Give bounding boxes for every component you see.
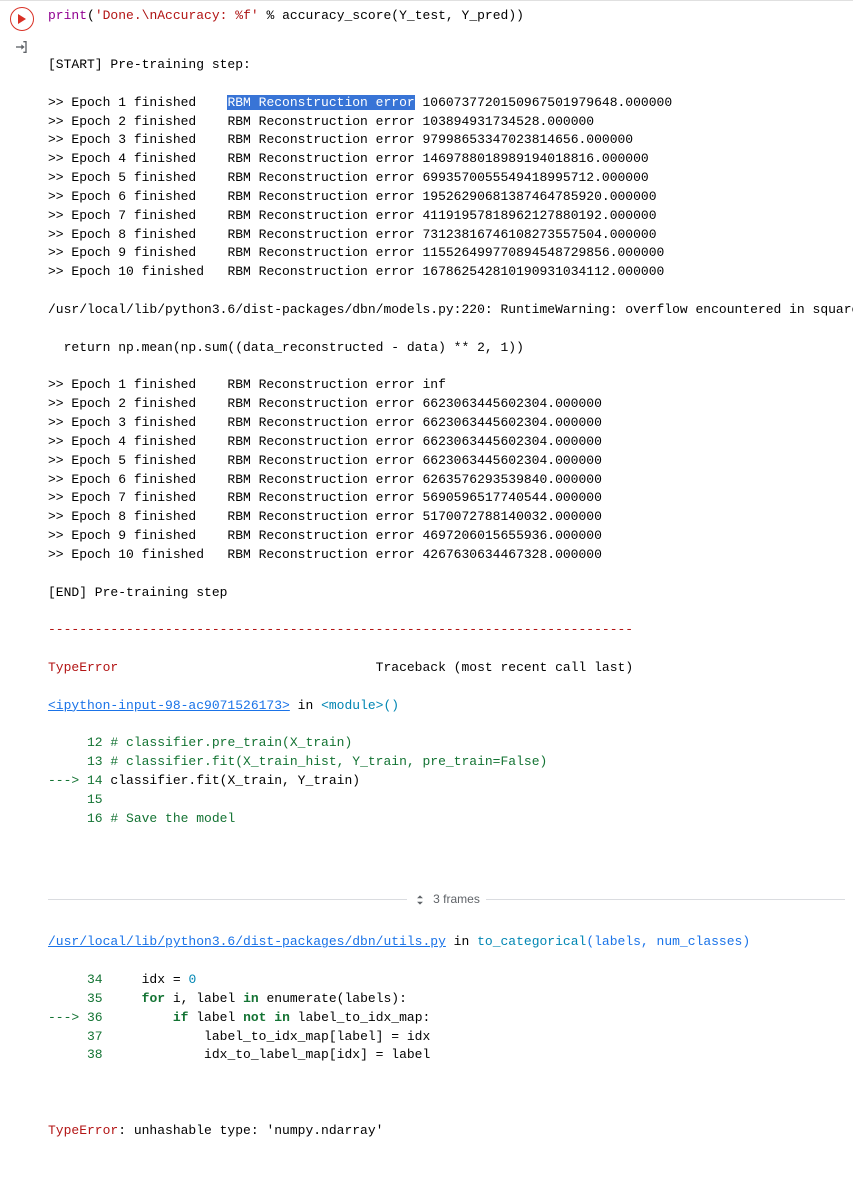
epoch-line: >> Epoch 4 finished RBM Reconstruction e… [48, 150, 845, 169]
traceback-divider: ----------------------------------------… [48, 621, 845, 640]
traceback-code-line: 13 # classifier.fit(X_train_hist, Y_trai… [48, 753, 845, 772]
cell-gutter [0, 1, 44, 31]
epoch-line: >> Epoch 1 finished RBM Reconstruction e… [48, 376, 845, 395]
epoch-line: >> Epoch 8 finished RBM Reconstruction e… [48, 508, 845, 527]
divider-line [48, 899, 407, 900]
warning-line: return np.mean(np.sum((data_reconstructe… [48, 339, 845, 358]
output-blank-line [48, 1084, 845, 1103]
epoch-line: >> Epoch 7 finished RBM Reconstruction e… [48, 207, 845, 226]
traceback-code-line: 34 idx = 0 [48, 971, 845, 990]
epoch-line: >> Epoch 10 finished RBM Reconstruction … [48, 263, 845, 282]
output-blank-line [48, 847, 845, 866]
traceback-code-line: 37 label_to_idx_map[label] = idx [48, 1028, 845, 1047]
warning-line: /usr/local/lib/python3.6/dist-packages/d… [48, 301, 845, 320]
output-cell: [START] Pre-training step: >> Epoch 1 fi… [0, 31, 853, 1184]
traceback-frame-link: <ipython-input-98-ac9071526173> in <modu… [48, 697, 845, 716]
frames-count: 3 frames [433, 891, 480, 908]
code-content[interactable]: print('Done.\nAccuracy: %f' % accuracy_s… [44, 1, 853, 31]
epoch-line: >> Epoch 4 finished RBM Reconstruction e… [48, 433, 845, 452]
traceback-frame-link: /usr/local/lib/python3.6/dist-packages/d… [48, 933, 845, 952]
traceback-code-line: 16 # Save the model [48, 810, 845, 829]
code-line: print('Done.\nAccuracy: %f' % accuracy_s… [48, 7, 845, 25]
traceback-code-line: 15 [48, 791, 845, 810]
epoch-line: >> Epoch 7 finished RBM Reconstruction e… [48, 489, 845, 508]
file-link[interactable]: /usr/local/lib/python3.6/dist-packages/d… [48, 934, 446, 949]
epoch-line: >> Epoch 2 finished RBM Reconstruction e… [48, 113, 845, 132]
play-icon [17, 14, 27, 24]
pretrain-end: [END] Pre-training step [48, 584, 845, 603]
epoch-line: >> Epoch 2 finished RBM Reconstruction e… [48, 395, 845, 414]
builtin-print: print [48, 8, 87, 23]
frames-expander[interactable]: 3 frames [48, 885, 845, 914]
epoch-line: >> Epoch 5 finished RBM Reconstruction e… [48, 452, 845, 471]
code-cell: print('Done.\nAccuracy: %f' % accuracy_s… [0, 0, 853, 31]
divider-line [486, 899, 845, 900]
epoch-line: >> Epoch 3 finished RBM Reconstruction e… [48, 414, 845, 433]
chevron-up-down-icon [413, 893, 427, 907]
epoch-line: >> Epoch 6 finished RBM Reconstruction e… [48, 471, 845, 490]
epoch-line: >> Epoch 9 finished RBM Reconstruction e… [48, 244, 845, 263]
epoch-line: >> Epoch 1 finished RBM Reconstruction e… [48, 94, 845, 113]
output-toggle-icon[interactable] [12, 37, 32, 57]
run-button[interactable] [10, 7, 34, 31]
final-error: TypeError: unhashable type: 'numpy.ndarr… [48, 1122, 845, 1141]
epoch-line: >> Epoch 3 finished RBM Reconstruction e… [48, 131, 845, 150]
epoch-line: >> Epoch 8 finished RBM Reconstruction e… [48, 226, 845, 245]
arrow-right-bracket-icon [14, 39, 30, 55]
traceback-code-line: ---> 14 classifier.fit(X_train, Y_train) [48, 772, 845, 791]
output-content: [START] Pre-training step: >> Epoch 1 fi… [44, 31, 853, 1184]
traceback-code-line: 35 for i, label in enumerate(labels): [48, 990, 845, 1009]
ipython-input-link[interactable]: <ipython-input-98-ac9071526173> [48, 698, 290, 713]
traceback-code-line: ---> 36 if label not in label_to_idx_map… [48, 1009, 845, 1028]
pretrain-start: [START] Pre-training step: [48, 56, 845, 75]
epoch-line: >> Epoch 9 finished RBM Reconstruction e… [48, 527, 845, 546]
epoch-line: >> Epoch 6 finished RBM Reconstruction e… [48, 188, 845, 207]
output-gutter [0, 31, 44, 1184]
epoch-line: >> Epoch 10 finished RBM Reconstruction … [48, 546, 845, 565]
traceback-code-line: 38 idx_to_label_map[idx] = label [48, 1046, 845, 1065]
epoch-line: >> Epoch 5 finished RBM Reconstruction e… [48, 169, 845, 188]
traceback-header: TypeError Traceback (most recent call la… [48, 659, 845, 678]
traceback-code-line: 12 # classifier.pre_train(X_train) [48, 734, 845, 753]
